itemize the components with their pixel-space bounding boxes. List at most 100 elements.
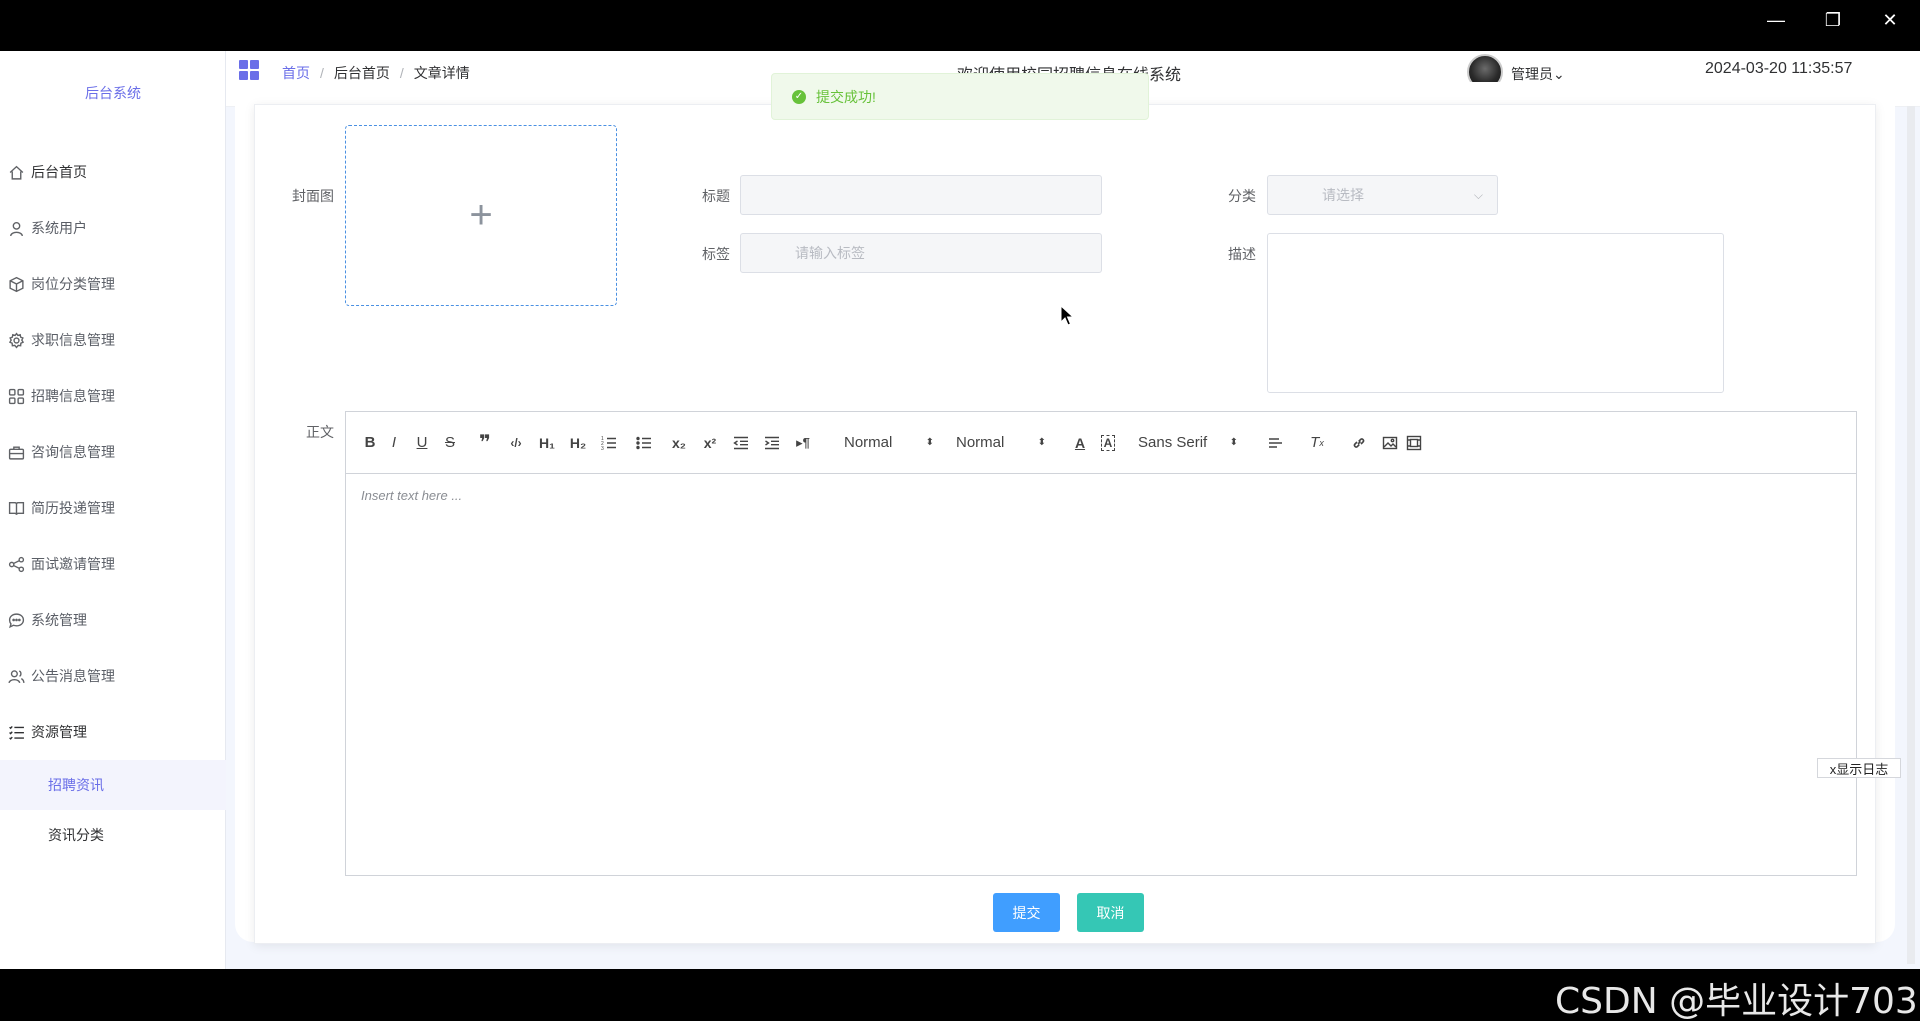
list-icon: [7, 723, 25, 741]
align-icon[interactable]: [1254, 431, 1296, 455]
cover-uploader[interactable]: +: [345, 125, 617, 306]
sidebar-item-label: 系统管理: [31, 612, 87, 628]
outdent-icon[interactable]: [720, 431, 762, 455]
submit-button[interactable]: 提交: [993, 893, 1060, 932]
title-label: 标题: [702, 188, 730, 204]
font-color-icon[interactable]: A: [1066, 431, 1094, 455]
share-icon: [7, 555, 25, 573]
code-block-icon[interactable]: ‹/›: [506, 431, 526, 455]
background-color-icon[interactable]: A: [1094, 431, 1122, 455]
sidebar-item-label: 资源管理: [31, 724, 87, 740]
log-toggle-button[interactable]: x显示日志: [1817, 758, 1901, 778]
sidebar-item-label: 公告消息管理: [31, 668, 115, 684]
text-direction-icon[interactable]: ▸¶: [782, 431, 824, 455]
close-button[interactable]: ✕: [1870, 6, 1910, 34]
watermark: CSDN @毕业设计703: [1555, 981, 1918, 1021]
font-select[interactable]: Sans Serif ⬍: [1138, 434, 1238, 451]
sidebar-item-job-category[interactable]: 岗位分类管理: [0, 256, 226, 312]
category-select[interactable]: 请选择 ⌵: [1267, 175, 1498, 215]
briefcase-icon: [7, 443, 25, 461]
breadcrumb-separator: /: [320, 65, 324, 81]
gear-icon: [7, 331, 25, 349]
ordered-list-icon[interactable]: 123: [588, 431, 630, 455]
size-select[interactable]: Normal ⬍: [956, 434, 1046, 451]
title-input[interactable]: [740, 175, 1102, 215]
sidebar-item-recruitment[interactable]: 招聘信息管理: [0, 368, 226, 424]
cover-label: 封面图: [292, 188, 334, 204]
sidebar: 后台系统 后台首页 系统用户 岗位分类管理 求职信息管理 招聘信息管理 咨询信息…: [0, 51, 226, 969]
superscript-icon[interactable]: x²: [700, 431, 720, 455]
indent-icon[interactable]: [762, 431, 782, 455]
clear-format-icon[interactable]: Tx: [1296, 431, 1338, 455]
tags-label: 标签: [702, 246, 730, 262]
minimize-button[interactable]: —: [1756, 6, 1796, 34]
home-icon: [7, 163, 25, 181]
sidebar-subitem-recruit-news[interactable]: 招聘资讯: [0, 760, 226, 810]
sidebar-item-label: 岗位分类管理: [31, 276, 115, 292]
bold-icon[interactable]: B: [360, 431, 380, 455]
sidebar-item-label: 简历投递管理: [31, 500, 115, 516]
category-placeholder: 请选择: [1322, 187, 1364, 203]
heading-1-icon[interactable]: H₁: [526, 431, 568, 455]
brand-title: 后台系统: [85, 85, 141, 101]
cancel-button[interactable]: 取消: [1077, 893, 1144, 932]
updown-icon: ⬍: [1229, 437, 1238, 448]
sidebar-item-label: 系统用户: [31, 220, 87, 236]
restore-button[interactable]: ❐: [1813, 6, 1853, 34]
bullet-list-icon[interactable]: [630, 431, 658, 455]
sidebar-item-interview[interactable]: 面试邀请管理: [0, 536, 226, 592]
updown-icon: ⬍: [1037, 437, 1046, 448]
sidebar-item-label: 求职信息管理: [31, 332, 115, 348]
sidebar-item-label: 咨询信息管理: [31, 444, 115, 460]
blockquote-icon[interactable]: ❞: [464, 431, 506, 455]
description-textarea[interactable]: [1267, 233, 1724, 393]
cube-icon: [7, 275, 25, 293]
image-icon[interactable]: [1380, 431, 1400, 455]
link-icon[interactable]: [1338, 431, 1380, 455]
apps-grid-icon[interactable]: [238, 59, 260, 81]
breadcrumb-home[interactable]: 首页: [282, 63, 310, 83]
sidebar-item-system[interactable]: 系统管理: [0, 592, 226, 648]
updown-icon: ⬍: [925, 437, 934, 448]
sidebar-item-label: 后台首页: [31, 164, 87, 180]
strike-icon[interactable]: S: [436, 431, 464, 455]
grid-icon: [7, 387, 25, 405]
sidebar-item-job-seeking[interactable]: 求职信息管理: [0, 312, 226, 368]
user-menu[interactable]: 管理员⌄: [1511, 64, 1565, 84]
chevron-down-icon: ⌄: [1553, 66, 1565, 82]
page-scrollbar[interactable]: [1907, 106, 1915, 964]
book-icon: [7, 499, 25, 517]
breadcrumb-dashboard[interactable]: 后台首页: [334, 63, 390, 83]
header-select[interactable]: Normal ⬍: [844, 434, 934, 451]
sidebar-item-resources[interactable]: 资源管理: [0, 704, 226, 760]
tags-input[interactable]: 请输入标签: [740, 233, 1102, 273]
sidebar-item-notice[interactable]: 公告消息管理: [0, 648, 226, 704]
subscript-icon[interactable]: x₂: [658, 431, 700, 455]
plus-icon: +: [469, 193, 493, 237]
chevron-down-icon: ⌵: [1473, 187, 1483, 202]
sidebar-subitem-news-category[interactable]: 资讯分类: [0, 810, 226, 860]
sidebar-item-label: 招聘信息管理: [31, 388, 115, 404]
mouse-cursor-icon: [1060, 305, 1074, 326]
success-toast: ✓ 提交成功!: [771, 73, 1149, 120]
sidebar-item-users[interactable]: 系统用户: [0, 200, 226, 256]
category-label: 分类: [1228, 188, 1256, 204]
window-titlebar: — ❐ ✕: [0, 0, 1920, 51]
check-circle-icon: ✓: [792, 89, 806, 104]
underline-icon[interactable]: U: [408, 431, 436, 455]
size-select-value: Normal: [956, 434, 1005, 451]
sidebar-item-home[interactable]: 后台首页: [0, 144, 226, 200]
tags-placeholder: 请输入标签: [795, 245, 865, 261]
user-icon: [7, 219, 25, 237]
chat-icon: [7, 611, 25, 629]
rich-text-editor[interactable]: B I U S ❞ ‹/› H₁ H₂ 123 x₂ x² ▸¶ Normal ⬍…: [345, 411, 1857, 876]
breadcrumb-current: 文章详情: [413, 65, 470, 81]
sidebar-item-consult[interactable]: 咨询信息管理: [0, 424, 226, 480]
video-icon[interactable]: [1400, 431, 1428, 455]
breadcrumb-separator: /: [399, 65, 404, 81]
description-label: 描述: [1228, 246, 1256, 262]
italic-icon[interactable]: I: [380, 431, 408, 455]
sidebar-item-resume[interactable]: 简历投递管理: [0, 480, 226, 536]
heading-2-icon[interactable]: H₂: [568, 431, 588, 455]
user-name: 管理员: [1511, 66, 1553, 82]
